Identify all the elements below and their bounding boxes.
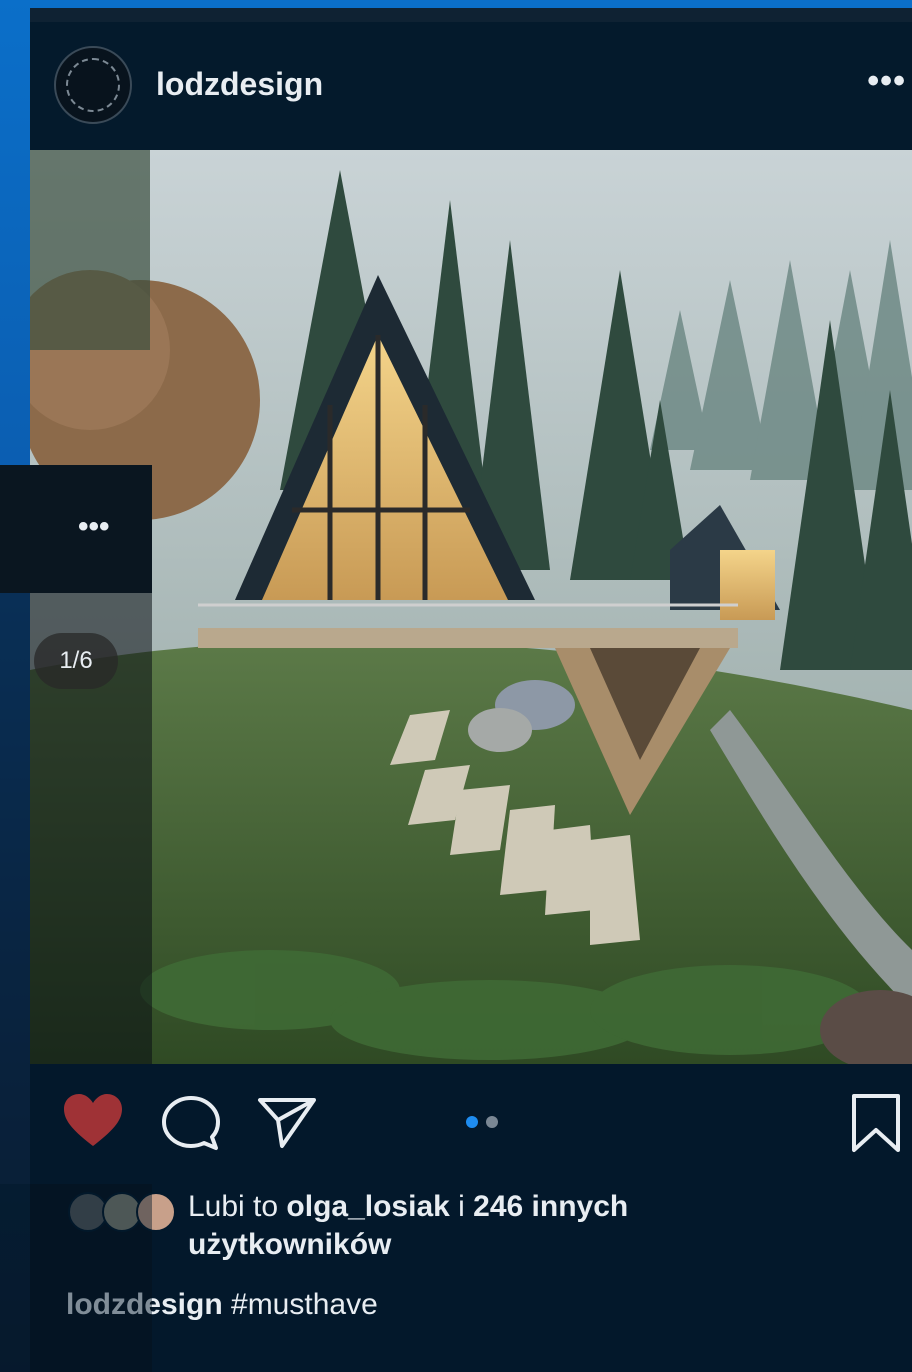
carousel-dot (486, 1116, 498, 1128)
carousel-dot-active (466, 1116, 478, 1128)
send-icon[interactable] (256, 1094, 318, 1150)
likes-suffix[interactable]: użytkowników (188, 1228, 391, 1261)
likes-middle: i (449, 1190, 474, 1223)
image-counter: 1/6 (34, 633, 118, 689)
heart-icon[interactable] (62, 1092, 124, 1148)
background-panel-header (0, 465, 152, 593)
more-icon[interactable]: ••• (78, 510, 110, 544)
more-icon[interactable]: ••• (867, 62, 906, 101)
post-header: lodzdesign ••• (30, 22, 912, 150)
likes-prefix: Lubi to (188, 1190, 287, 1223)
avatar[interactable] (54, 46, 132, 124)
post-image[interactable] (30, 150, 912, 1064)
carousel-indicator (466, 1116, 498, 1128)
likes-text: Lubi to olga_losiak i 246 innych użytkow… (188, 1188, 748, 1264)
background-panel-bottom (0, 1184, 152, 1372)
top-strip (30, 0, 912, 22)
caption-text[interactable]: #musthave (223, 1288, 378, 1321)
liker-username[interactable]: olga_losiak (286, 1190, 449, 1223)
bookmark-icon[interactable] (848, 1092, 904, 1154)
comment-icon[interactable] (160, 1094, 222, 1152)
post-username[interactable]: lodzdesign (156, 66, 323, 103)
likes-count[interactable]: 246 innych (473, 1190, 628, 1223)
